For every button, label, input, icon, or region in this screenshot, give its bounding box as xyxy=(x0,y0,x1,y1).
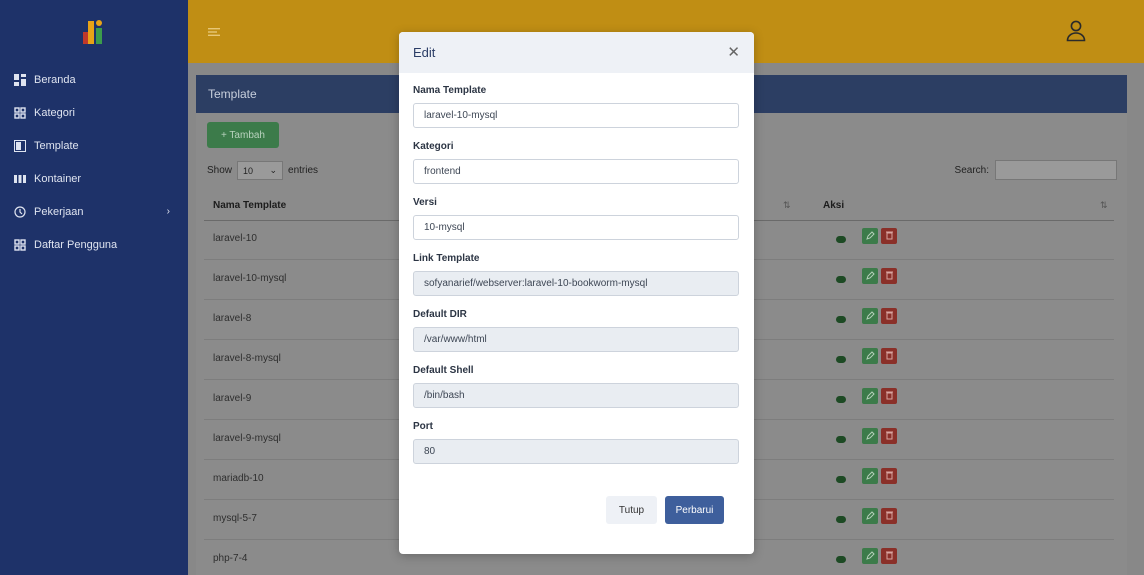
default-dir-label: Default DIR xyxy=(413,309,467,320)
sort-icon[interactable]: ⇅ xyxy=(1100,200,1108,211)
edit-button[interactable] xyxy=(862,468,878,484)
sort-icon[interactable]: ⇅ xyxy=(783,200,791,211)
default-shell-label: Default Shell xyxy=(413,365,474,376)
entries-label: entries xyxy=(288,165,319,176)
versi-label: Versi xyxy=(413,197,437,208)
modal-title: Edit xyxy=(413,45,436,60)
kategori-label: Kategori xyxy=(413,141,454,152)
edit-button[interactable] xyxy=(862,308,878,324)
app-logo[interactable] xyxy=(0,0,188,63)
sidebar-item-daftar-pengguna[interactable]: Daftar Pengguna xyxy=(0,228,188,261)
toggle-icon[interactable] xyxy=(836,556,846,563)
edit-button[interactable] xyxy=(862,228,878,244)
edit-button[interactable] xyxy=(862,348,878,364)
chevron-down-icon: ⌄ xyxy=(269,165,278,175)
sidebar-item-pekerjaan[interactable]: Pekerjaan › xyxy=(0,195,188,228)
show-label: Show xyxy=(207,165,233,176)
default-dir-input[interactable] xyxy=(413,327,739,352)
close-icon[interactable]: ✕ xyxy=(727,45,740,60)
toggle-icon[interactable] xyxy=(836,476,846,483)
sidebar-item-label: Beranda xyxy=(34,73,76,86)
edit-button[interactable] xyxy=(862,268,878,284)
link-template-label: Link Template xyxy=(413,253,480,264)
template-name-cell: laravel-9 xyxy=(213,393,252,404)
template-name-cell: php-7-4 xyxy=(213,553,248,564)
default-shell-input[interactable] xyxy=(413,383,739,408)
toggle-icon[interactable] xyxy=(836,396,846,403)
chevron-right-icon: › xyxy=(166,206,170,217)
sidebar-item-beranda[interactable]: Beranda xyxy=(0,63,188,96)
update-button[interactable]: Perbarui xyxy=(665,496,724,524)
template-name-cell: laravel-8 xyxy=(213,313,252,324)
toggle-icon[interactable] xyxy=(836,236,846,243)
container-icon xyxy=(13,172,27,186)
nama-template-label: Nama Template xyxy=(413,85,487,96)
users-grid-icon xyxy=(13,238,27,252)
toggle-icon[interactable] xyxy=(836,356,846,363)
sidebar-item-label: Kategori xyxy=(34,106,75,119)
template-name-cell: laravel-10-mysql xyxy=(213,273,287,284)
toggle-icon[interactable] xyxy=(836,316,846,323)
delete-button[interactable] xyxy=(881,508,897,524)
delete-button[interactable] xyxy=(881,468,897,484)
toggle-icon[interactable] xyxy=(836,516,846,523)
delete-button[interactable] xyxy=(881,428,897,444)
edit-button[interactable] xyxy=(862,548,878,564)
edit-button[interactable] xyxy=(862,388,878,404)
nama-template-input[interactable] xyxy=(413,103,739,128)
search-input[interactable] xyxy=(995,160,1117,180)
job-icon xyxy=(13,205,27,219)
add-template-button[interactable]: + Tambah xyxy=(207,122,279,148)
template-name-cell: laravel-10 xyxy=(213,233,257,244)
entries-select[interactable]: 10 ⌄ xyxy=(237,161,284,180)
kategori-input[interactable] xyxy=(413,159,739,184)
sidebar-item-label: Daftar Pengguna xyxy=(34,238,118,251)
link-template-input[interactable] xyxy=(413,271,739,296)
delete-button[interactable] xyxy=(881,348,897,364)
template-name-cell: laravel-9-mysql xyxy=(213,433,281,444)
template-icon xyxy=(13,139,27,153)
delete-button[interactable] xyxy=(881,228,897,244)
sidebar-item-kategori[interactable]: Kategori xyxy=(0,96,188,129)
versi-input[interactable] xyxy=(413,215,739,240)
port-label: Port xyxy=(413,421,433,432)
sidebar: Beranda Kategori Template Kontainer Peke… xyxy=(0,0,188,575)
modal-header: Edit ✕ xyxy=(399,32,754,73)
delete-button[interactable] xyxy=(881,388,897,404)
modal-body: Nama Template Kategori Versi Link Templa… xyxy=(399,73,754,464)
sidebar-item-template[interactable]: Template xyxy=(0,129,188,162)
delete-button[interactable] xyxy=(881,548,897,564)
user-icon[interactable] xyxy=(1066,20,1086,45)
sidebar-item-kontainer[interactable]: Kontainer xyxy=(0,162,188,195)
port-input[interactable] xyxy=(413,439,739,464)
template-name-cell: mariadb-10 xyxy=(213,473,264,484)
toggle-icon[interactable] xyxy=(836,276,846,283)
menu-icon[interactable] xyxy=(208,27,220,39)
sidebar-item-label: Template xyxy=(34,139,79,152)
dashboard-icon xyxy=(13,73,27,87)
delete-button[interactable] xyxy=(881,268,897,284)
sidebar-item-label: Pekerjaan xyxy=(34,205,84,218)
toggle-icon[interactable] xyxy=(836,436,846,443)
column-header-aksi[interactable]: Aksi xyxy=(823,200,844,211)
edit-button[interactable] xyxy=(862,508,878,524)
delete-button[interactable] xyxy=(881,308,897,324)
edit-modal: Edit ✕ Nama Template Kategori Versi Link… xyxy=(399,32,754,554)
entries-length-control: Show 10 ⌄ entries xyxy=(207,161,318,180)
modal-footer: Tutup Perbarui xyxy=(399,496,754,526)
template-name-cell: mysql-5-7 xyxy=(213,513,257,524)
entries-value: 10 xyxy=(243,165,254,176)
template-name-cell: laravel-8-mysql xyxy=(213,353,281,364)
sidebar-item-label: Kontainer xyxy=(34,172,82,185)
column-header-name[interactable]: Nama Template xyxy=(213,200,286,211)
grid-icon xyxy=(13,106,27,120)
close-button[interactable]: Tutup xyxy=(606,496,657,524)
search-label: Search: xyxy=(954,164,989,176)
edit-button[interactable] xyxy=(862,428,878,444)
search-control: Search: xyxy=(955,160,1117,180)
